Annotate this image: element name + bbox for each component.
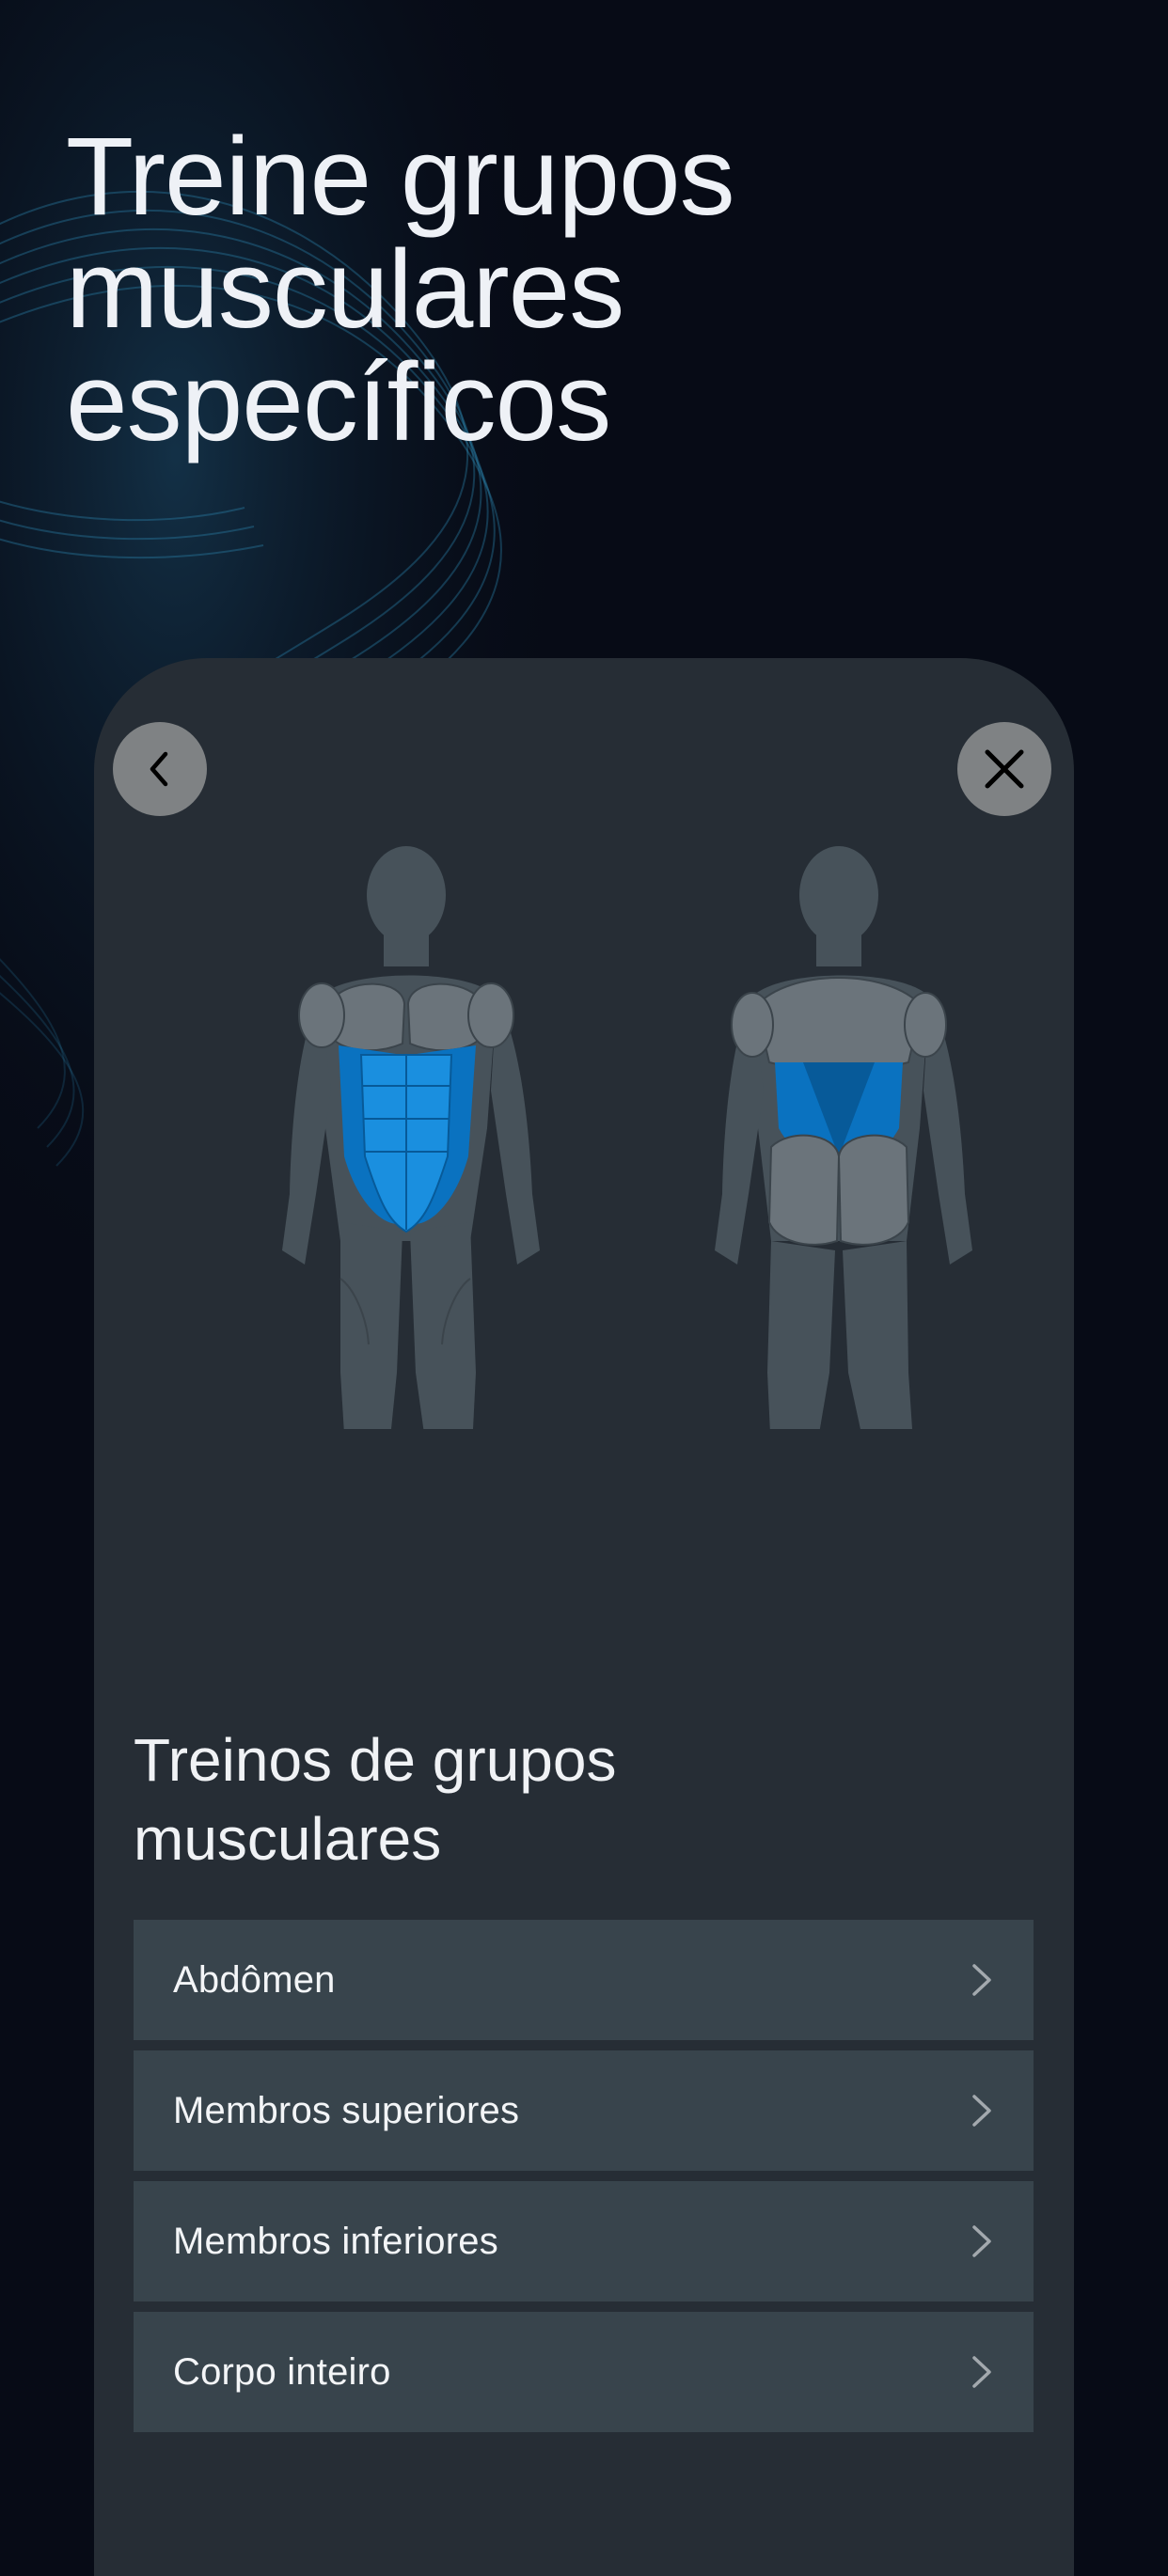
muscle-group-card: Treinos de grupos musculares Abdômen Mem… xyxy=(94,658,1074,2576)
list-item-upper-limbs[interactable]: Membros superiores xyxy=(134,2050,1034,2171)
list-item-label: Corpo inteiro xyxy=(173,2350,391,2393)
list-item-abdomen[interactable]: Abdômen xyxy=(134,1920,1034,2040)
muscle-map-illustration xyxy=(282,846,972,1429)
back-body-figure xyxy=(715,846,972,1429)
list-item-label: Abdômen xyxy=(173,1958,336,2001)
chevron-right-icon xyxy=(972,2356,991,2388)
list-item-label: Membros inferiores xyxy=(173,2220,498,2262)
list-item-full-body[interactable]: Corpo inteiro xyxy=(134,2312,1034,2432)
headline: Treine grupos musculares específicos xyxy=(66,115,735,464)
list-item-label: Membros superiores xyxy=(173,2089,520,2131)
muscle-group-list: Abdômen Membros superiores Membros infer… xyxy=(134,1920,1034,2442)
section-title: Treinos de grupos musculares xyxy=(134,1726,617,1873)
chevron-right-icon xyxy=(972,2225,991,2257)
list-item-lower-limbs[interactable]: Membros inferiores xyxy=(134,2181,1034,2301)
chevron-right-icon xyxy=(972,2095,991,2127)
close-button[interactable] xyxy=(957,722,1051,816)
chevron-right-icon xyxy=(972,1964,991,1996)
back-button[interactable] xyxy=(113,722,207,816)
close-icon xyxy=(985,749,1024,789)
front-body-figure xyxy=(282,846,540,1429)
chevron-left-icon xyxy=(150,751,168,787)
